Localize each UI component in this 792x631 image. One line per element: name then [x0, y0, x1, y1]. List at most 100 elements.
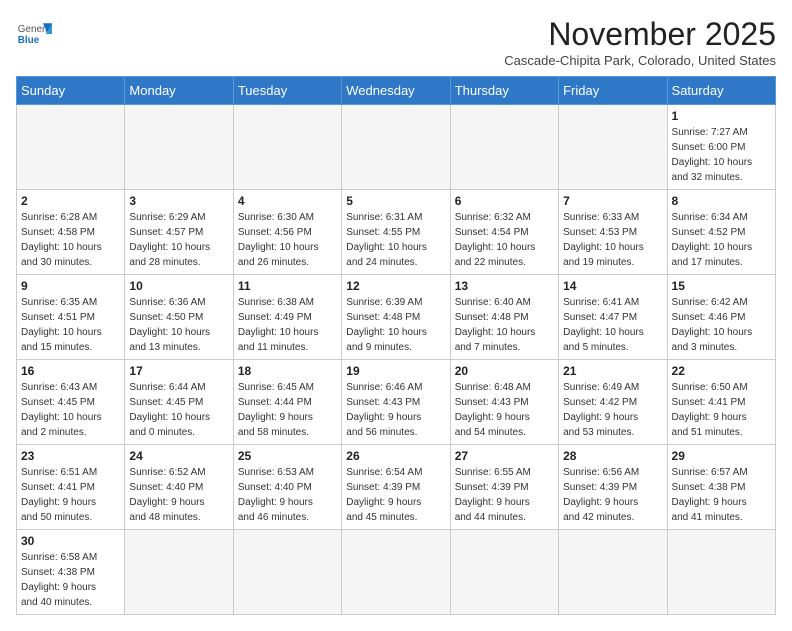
day-info: Sunrise: 6:57 AM Sunset: 4:38 PM Dayligh…	[672, 465, 771, 525]
calendar-day-cell	[125, 530, 233, 615]
calendar-day-cell: 13 Sunrise: 6:40 AM Sunset: 4:48 PM Dayli…	[450, 275, 558, 360]
day-number: 21	[563, 364, 662, 378]
calendar-day-cell: 16Sunrise: 6:43 AM Sunset: 4:45 PM Dayli…	[17, 360, 125, 445]
month-title: November 2025	[504, 16, 776, 53]
calendar-day-cell: 28Sunrise: 6:56 AM Sunset: 4:39 PM Dayli…	[559, 445, 667, 530]
day-of-week-header: Monday	[125, 77, 233, 105]
day-number: 15	[672, 279, 771, 293]
day-info: Sunrise: 6:55 AM Sunset: 4:39 PM Dayligh…	[455, 465, 554, 525]
day-info: Sunrise: 6:52 AM Sunset: 4:40 PM Dayligh…	[129, 465, 228, 525]
calendar-day-cell: 20 Sunrise: 6:48 AM Sunset: 4:43 PM Dayli…	[450, 360, 558, 445]
calendar-day-cell: 19 Sunrise: 6:46 AM Sunset: 4:43 PM Dayli…	[342, 360, 450, 445]
day-of-week-header: Tuesday	[233, 77, 341, 105]
day-number: 1	[672, 109, 771, 123]
day-number: 12	[346, 279, 445, 293]
page-header: General Blue November 2025 Cascade-Chipi…	[16, 16, 776, 68]
title-area: November 2025 Cascade-Chipita Park, Colo…	[504, 16, 776, 68]
day-number: 6	[455, 194, 554, 208]
calendar-day-cell	[559, 105, 667, 190]
calendar-day-cell	[667, 530, 775, 615]
calendar-table: SundayMondayTuesdayWednesdayThursdayFrid…	[16, 76, 776, 615]
day-info: Sunrise: 6:29 AM Sunset: 4:57 PM Dayligh…	[129, 210, 228, 270]
calendar-day-cell: 11 Sunrise: 6:38 AM Sunset: 4:49 PM Dayli…	[233, 275, 341, 360]
calendar-day-cell: 6 Sunrise: 6:32 AM Sunset: 4:54 PM Daylig…	[450, 190, 558, 275]
calendar-day-cell: 12 Sunrise: 6:39 AM Sunset: 4:48 PM Dayli…	[342, 275, 450, 360]
calendar-day-cell: 24 Sunrise: 6:52 AM Sunset: 4:40 PM Dayli…	[125, 445, 233, 530]
day-number: 11	[238, 279, 337, 293]
calendar-week-row: 1 Sunrise: 7:27 AM Sunset: 6:00 PM Daylig…	[17, 105, 776, 190]
calendar-day-cell	[342, 105, 450, 190]
calendar-day-cell: 21 Sunrise: 6:49 AM Sunset: 4:42 PM Dayli…	[559, 360, 667, 445]
day-number: 25	[238, 449, 337, 463]
day-info: Sunrise: 6:54 AM Sunset: 4:39 PM Dayligh…	[346, 465, 445, 525]
day-info: Sunrise: 6:35 AM Sunset: 4:51 PM Dayligh…	[21, 295, 120, 355]
day-number: 2	[21, 194, 120, 208]
day-number: 22	[672, 364, 771, 378]
calendar-week-row: 9 Sunrise: 6:35 AM Sunset: 4:51 PM Daylig…	[17, 275, 776, 360]
day-number: 17	[129, 364, 228, 378]
day-info: Sunrise: 6:39 AM Sunset: 4:48 PM Dayligh…	[346, 295, 445, 355]
day-number: 24	[129, 449, 228, 463]
logo: General Blue	[16, 16, 52, 52]
day-number: 3	[129, 194, 228, 208]
calendar-day-cell: 7 Sunrise: 6:33 AM Sunset: 4:53 PM Daylig…	[559, 190, 667, 275]
day-info: Sunrise: 6:49 AM Sunset: 4:42 PM Dayligh…	[563, 380, 662, 440]
day-number: 27	[455, 449, 554, 463]
day-info: Sunrise: 6:28 AM Sunset: 4:58 PM Dayligh…	[21, 210, 120, 270]
day-info: Sunrise: 6:41 AM Sunset: 4:47 PM Dayligh…	[563, 295, 662, 355]
calendar-day-cell: 8 Sunrise: 6:34 AM Sunset: 4:52 PM Daylig…	[667, 190, 775, 275]
day-number: 8	[672, 194, 771, 208]
calendar-day-cell	[233, 105, 341, 190]
calendar-day-cell: 4Sunrise: 6:30 AM Sunset: 4:56 PM Daylig…	[233, 190, 341, 275]
day-number: 9	[21, 279, 120, 293]
calendar-day-cell: 30Sunrise: 6:58 AM Sunset: 4:38 PM Dayli…	[17, 530, 125, 615]
day-info: Sunrise: 6:38 AM Sunset: 4:49 PM Dayligh…	[238, 295, 337, 355]
day-number: 4	[238, 194, 337, 208]
day-info: Sunrise: 6:36 AM Sunset: 4:50 PM Dayligh…	[129, 295, 228, 355]
calendar-week-row: 30Sunrise: 6:58 AM Sunset: 4:38 PM Dayli…	[17, 530, 776, 615]
day-number: 5	[346, 194, 445, 208]
day-info: Sunrise: 6:46 AM Sunset: 4:43 PM Dayligh…	[346, 380, 445, 440]
day-info: Sunrise: 6:32 AM Sunset: 4:54 PM Dayligh…	[455, 210, 554, 270]
calendar-day-cell	[17, 105, 125, 190]
calendar-day-cell: 10 Sunrise: 6:36 AM Sunset: 4:50 PM Dayli…	[125, 275, 233, 360]
day-of-week-header: Thursday	[450, 77, 558, 105]
location-subtitle: Cascade-Chipita Park, Colorado, United S…	[504, 53, 776, 68]
calendar-week-row: 16Sunrise: 6:43 AM Sunset: 4:45 PM Dayli…	[17, 360, 776, 445]
day-info: Sunrise: 6:48 AM Sunset: 4:43 PM Dayligh…	[455, 380, 554, 440]
day-number: 20	[455, 364, 554, 378]
day-info: Sunrise: 7:27 AM Sunset: 6:00 PM Dayligh…	[672, 125, 771, 185]
calendar-day-cell: 17 Sunrise: 6:44 AM Sunset: 4:45 PM Dayli…	[125, 360, 233, 445]
day-number: 23	[21, 449, 120, 463]
day-number: 30	[21, 534, 120, 548]
calendar-day-cell	[125, 105, 233, 190]
day-info: Sunrise: 6:40 AM Sunset: 4:48 PM Dayligh…	[455, 295, 554, 355]
day-number: 10	[129, 279, 228, 293]
day-info: Sunrise: 6:45 AM Sunset: 4:44 PM Dayligh…	[238, 380, 337, 440]
svg-text:Blue: Blue	[18, 35, 40, 46]
calendar-day-cell: 15Sunrise: 6:42 AM Sunset: 4:46 PM Dayli…	[667, 275, 775, 360]
calendar-week-row: 2 Sunrise: 6:28 AM Sunset: 4:58 PM Daylig…	[17, 190, 776, 275]
day-number: 14	[563, 279, 662, 293]
day-info: Sunrise: 6:56 AM Sunset: 4:39 PM Dayligh…	[563, 465, 662, 525]
calendar-header-row: SundayMondayTuesdayWednesdayThursdayFrid…	[17, 77, 776, 105]
day-info: Sunrise: 6:43 AM Sunset: 4:45 PM Dayligh…	[21, 380, 120, 440]
day-number: 19	[346, 364, 445, 378]
calendar-day-cell: 9 Sunrise: 6:35 AM Sunset: 4:51 PM Daylig…	[17, 275, 125, 360]
calendar-day-cell: 2 Sunrise: 6:28 AM Sunset: 4:58 PM Daylig…	[17, 190, 125, 275]
calendar-week-row: 23Sunrise: 6:51 AM Sunset: 4:41 PM Dayli…	[17, 445, 776, 530]
calendar-day-cell: 25Sunrise: 6:53 AM Sunset: 4:40 PM Dayli…	[233, 445, 341, 530]
day-number: 7	[563, 194, 662, 208]
day-info: Sunrise: 6:34 AM Sunset: 4:52 PM Dayligh…	[672, 210, 771, 270]
day-info: Sunrise: 6:44 AM Sunset: 4:45 PM Dayligh…	[129, 380, 228, 440]
day-number: 26	[346, 449, 445, 463]
calendar-day-cell	[450, 105, 558, 190]
calendar-day-cell: 18Sunrise: 6:45 AM Sunset: 4:44 PM Dayli…	[233, 360, 341, 445]
calendar-day-cell: 14 Sunrise: 6:41 AM Sunset: 4:47 PM Dayli…	[559, 275, 667, 360]
calendar-day-cell: 5Sunrise: 6:31 AM Sunset: 4:55 PM Daylig…	[342, 190, 450, 275]
day-number: 13	[455, 279, 554, 293]
calendar-day-cell: 22 Sunrise: 6:50 AM Sunset: 4:41 PM Dayli…	[667, 360, 775, 445]
logo-icon: General Blue	[16, 16, 52, 52]
day-info: Sunrise: 6:50 AM Sunset: 4:41 PM Dayligh…	[672, 380, 771, 440]
day-info: Sunrise: 6:33 AM Sunset: 4:53 PM Dayligh…	[563, 210, 662, 270]
